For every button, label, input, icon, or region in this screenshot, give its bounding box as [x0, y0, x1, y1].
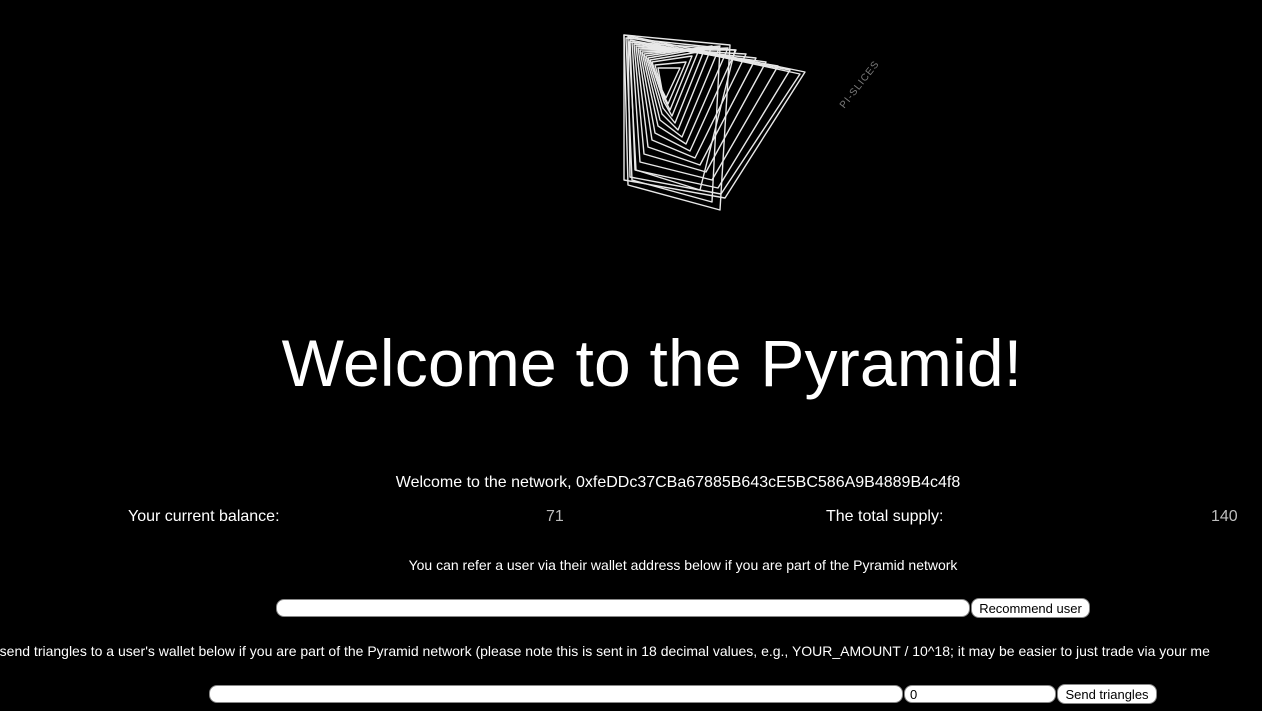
welcome-message: Welcome to the network, 0xfeDDc37CBa6788… [395, 474, 961, 491]
send-description: n send triangles to a user's wallet belo… [0, 643, 1210, 659]
stats-row: Your current balance: 71 The total suppl… [0, 508, 1262, 528]
pyramid-slices-icon [623, 34, 806, 211]
send-amount-input[interactable] [904, 685, 1056, 703]
send-triangles-button[interactable]: Send triangles [1057, 684, 1157, 704]
page: PI-SLICES Welcome to the Pyramid! Welcom… [0, 0, 1262, 711]
balance-label: Your current balance: [128, 508, 280, 525]
refer-description: You can refer a user via their wallet ad… [408, 557, 958, 573]
refer-wallet-input[interactable] [276, 599, 970, 617]
page-title: Welcome to the Pyramid! [281, 326, 1023, 400]
send-wallet-input[interactable] [209, 685, 903, 703]
total-supply-label: The total supply: [826, 508, 944, 525]
balance-value: 71 [546, 508, 564, 525]
recommend-user-button[interactable]: Recommend user [971, 598, 1090, 618]
total-supply-value: 140 [1211, 508, 1238, 525]
pyramid-logo [600, 20, 920, 220]
